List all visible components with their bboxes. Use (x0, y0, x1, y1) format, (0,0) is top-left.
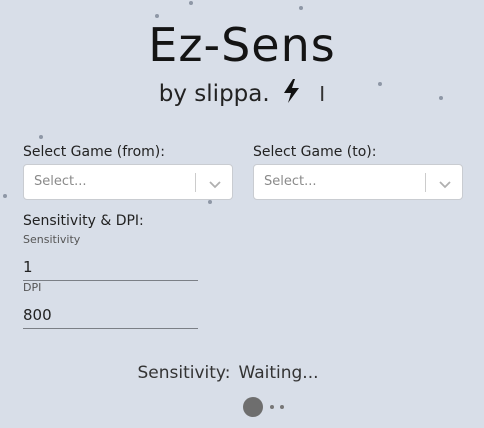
game-from-select[interactable]: Select... (23, 164, 233, 200)
sensitivity-input[interactable]: 1 (23, 254, 198, 281)
app-subtitle: by slippa. I (0, 78, 484, 112)
result-line: Sensitivity: Waiting... (0, 363, 456, 383)
game-from-placeholder: Select... (34, 174, 87, 189)
game-to-placeholder: Select... (264, 174, 317, 189)
background-particle (39, 135, 43, 139)
sens-dpi-heading: Sensitivity & DPI: (23, 213, 144, 229)
typing-cursor: I (319, 82, 326, 106)
select-separator (425, 173, 426, 192)
background-particle (3, 194, 7, 198)
dpi-input[interactable]: 800 (23, 302, 198, 329)
select-separator (195, 173, 196, 192)
background-particle (299, 6, 303, 10)
lightning-bolt-icon (283, 79, 300, 112)
result-value: Waiting... (238, 363, 319, 383)
loading-dot (280, 405, 284, 409)
sensitivity-value: 1 (23, 258, 33, 276)
result-label: Sensitivity: (137, 363, 231, 383)
game-to-select[interactable]: Select... (253, 164, 463, 200)
game-to-label: Select Game (to): (253, 144, 377, 160)
loading-dot (243, 397, 263, 417)
chevron-down-icon[interactable] (438, 176, 452, 195)
dpi-label: DPI (23, 281, 42, 294)
subtitle-text: by slippa. (158, 81, 270, 107)
sensitivity-label: Sensitivity (23, 233, 81, 246)
loading-dot (270, 405, 274, 409)
game-from-label: Select Game (from): (23, 144, 165, 160)
background-particle (208, 200, 212, 204)
dpi-value: 800 (23, 306, 52, 324)
background-particle (189, 1, 193, 5)
chevron-down-icon[interactable] (208, 176, 222, 195)
app-title: Ez-Sens (148, 18, 336, 72)
